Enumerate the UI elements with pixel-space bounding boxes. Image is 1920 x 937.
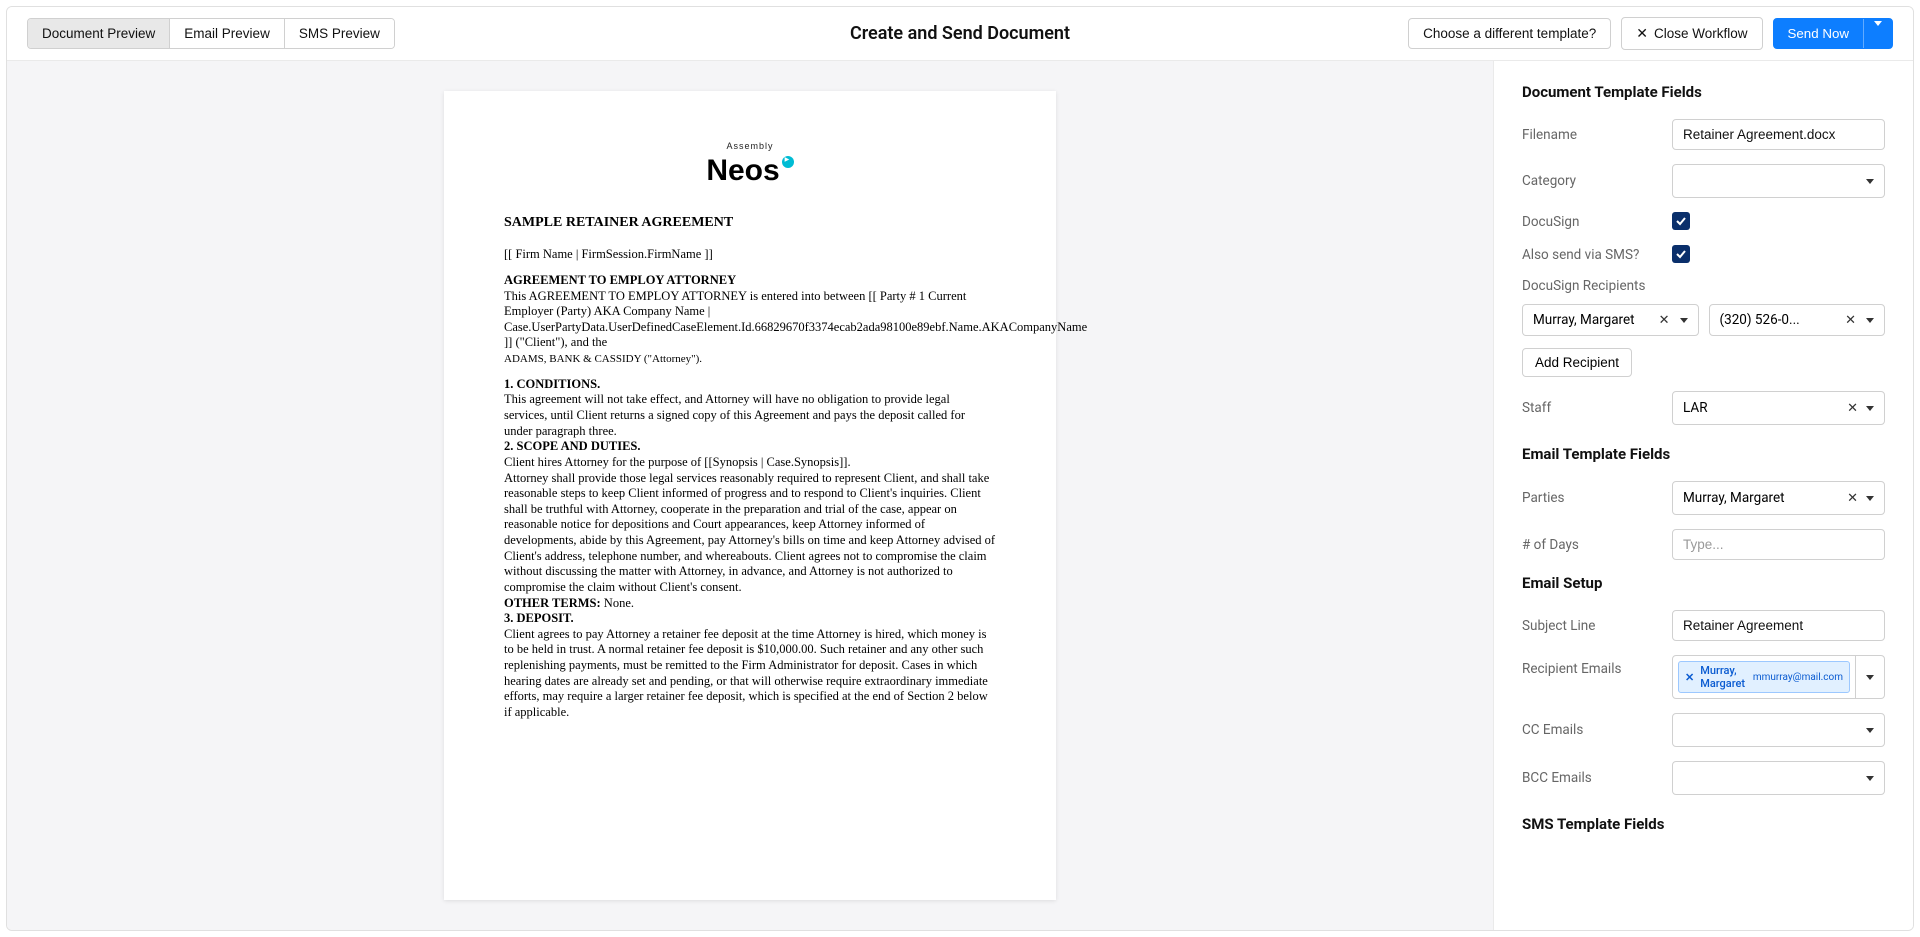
logo-main: Neos — [706, 154, 779, 187]
document-page: Assembly Neos SAMPLE RETAINER AGREEMENT … — [444, 91, 1056, 900]
logo-subtitle: Assembly — [504, 141, 996, 152]
tag-email: mmurray@mail.com — [1753, 672, 1843, 683]
tab-sms-preview[interactable]: SMS Preview — [285, 19, 394, 48]
chevron-down-icon — [1866, 675, 1874, 680]
agreement-head: AGREEMENT TO EMPLOY ATTORNEY — [504, 273, 736, 287]
send-now-button[interactable]: Send Now — [1773, 18, 1894, 49]
sms-label: Also send via SMS? — [1522, 247, 1662, 263]
chevron-down-icon — [1866, 179, 1874, 184]
document-logo: Assembly Neos — [504, 141, 996, 190]
recipient-name-value: Murray, Margaret — [1533, 312, 1649, 328]
check-icon — [1675, 248, 1687, 260]
choose-template-button[interactable]: Choose a different template? — [1408, 18, 1611, 49]
conditions-head: 1. CONDITIONS. — [504, 377, 600, 391]
chevron-down-icon — [1680, 318, 1688, 323]
send-now-label: Send Now — [1774, 19, 1864, 48]
scope-line2: Attorney shall provide those legal servi… — [504, 471, 995, 594]
tab-document-preview[interactable]: Document Preview — [28, 19, 170, 48]
category-select[interactable] — [1672, 164, 1885, 198]
days-label: # of Days — [1522, 537, 1662, 553]
subject-label: Subject Line — [1522, 618, 1662, 634]
filename-label: Filename — [1522, 127, 1662, 143]
bcc-emails-select[interactable] — [1672, 761, 1885, 795]
chevron-down-icon — [1866, 496, 1874, 501]
bcc-emails-label: BCC Emails — [1522, 770, 1662, 786]
recipient-email-tag[interactable]: ✕ Murray, Margaret mmurray@mail.com — [1678, 661, 1850, 693]
tag-name: Murray, Margaret — [1700, 664, 1747, 690]
doc-agreement-section: AGREEMENT TO EMPLOY ATTORNEY This AGREEM… — [504, 273, 996, 367]
cc-emails-select[interactable] — [1672, 713, 1885, 747]
chevron-down-icon — [1866, 318, 1874, 323]
scope-head: 2. SCOPE AND DUTIES. — [504, 439, 641, 453]
tab-email-preview[interactable]: Email Preview — [170, 19, 285, 48]
parties-select[interactable]: Murray, Margaret ✕ — [1672, 481, 1885, 515]
agreement-small: ADAMS, BANK & CASSIDY ("Attorney"). — [504, 353, 702, 365]
cc-emails-label: CC Emails — [1522, 722, 1662, 738]
clear-icon[interactable]: ✕ — [1845, 491, 1860, 506]
category-label: Category — [1522, 173, 1662, 189]
docusign-label: DocuSign — [1522, 214, 1662, 230]
scope-line1: Client hires Attorney for the purpose of… — [504, 455, 851, 469]
close-icon: ✕ — [1636, 25, 1648, 42]
days-input[interactable] — [1672, 529, 1885, 560]
clear-icon[interactable]: ✕ — [1845, 401, 1860, 416]
deposit-body: Client agrees to pay Attorney a retainer… — [504, 627, 988, 719]
agreement-body: This AGREEMENT TO EMPLOY ATTORNEY is ent… — [504, 289, 1087, 350]
chevron-down-icon — [1866, 776, 1874, 781]
docusign-checkbox[interactable] — [1672, 212, 1690, 230]
section-email-fields: Email Template Fields — [1522, 445, 1885, 463]
close-workflow-label: Close Workflow — [1654, 26, 1748, 41]
parties-label: Parties — [1522, 490, 1662, 506]
recipient-phone-select[interactable]: (320) 526-0... ✕ — [1709, 304, 1886, 336]
recipient-name-select[interactable]: Murray, Margaret ✕ — [1522, 304, 1699, 336]
play-icon — [782, 156, 794, 168]
chevron-down-icon — [1874, 21, 1882, 41]
staff-select[interactable]: LAR ✕ — [1672, 391, 1885, 425]
add-recipient-button[interactable]: Add Recipient — [1522, 348, 1632, 377]
section-email-setup: Email Setup — [1522, 574, 1885, 592]
recipients-label: DocuSign Recipients — [1522, 278, 1885, 294]
remove-tag-icon[interactable]: ✕ — [1685, 671, 1694, 684]
send-now-dropdown[interactable] — [1863, 19, 1892, 48]
deposit-head: 3. DEPOSIT. — [504, 611, 574, 625]
conditions-body: This agreement will not take effect, and… — [504, 392, 965, 437]
document-preview-area: Assembly Neos SAMPLE RETAINER AGREEMENT … — [7, 61, 1493, 930]
check-icon — [1675, 215, 1687, 227]
preview-tabs: Document Preview Email Preview SMS Previ… — [27, 18, 395, 49]
recipient-emails-label: Recipient Emails — [1522, 655, 1662, 677]
clear-icon[interactable]: ✕ — [1657, 313, 1672, 328]
sidebar: Document Template Fields Filename Catego… — [1493, 61, 1913, 930]
recipient-emails-box[interactable]: ✕ Murray, Margaret mmurray@mail.com — [1672, 655, 1856, 699]
chevron-down-icon — [1866, 728, 1874, 733]
staff-value: LAR — [1683, 400, 1839, 416]
doc-firm-line: [[ Firm Name | FirmSession.FirmName ]] — [504, 247, 996, 263]
close-workflow-button[interactable]: ✕ Close Workflow — [1621, 17, 1762, 50]
recipient-phone-value: (320) 526-0... — [1720, 312, 1836, 328]
other-terms-value: None. — [604, 596, 634, 610]
clear-icon[interactable]: ✕ — [1843, 313, 1858, 328]
doc-conditions-scope: 1. CONDITIONS. This agreement will not t… — [504, 377, 996, 721]
chevron-down-icon — [1866, 406, 1874, 411]
document-title: SAMPLE RETAINER AGREEMENT — [504, 214, 996, 232]
section-document-fields: Document Template Fields — [1522, 83, 1885, 101]
filename-input[interactable] — [1672, 119, 1885, 150]
staff-label: Staff — [1522, 400, 1662, 416]
parties-value: Murray, Margaret — [1683, 490, 1839, 506]
recipient-emails-dropdown[interactable] — [1856, 655, 1885, 699]
other-terms-label: OTHER TERMS: — [504, 596, 601, 610]
subject-input[interactable] — [1672, 610, 1885, 641]
section-sms-fields: SMS Template Fields — [1522, 815, 1885, 833]
sms-checkbox[interactable] — [1672, 245, 1690, 263]
